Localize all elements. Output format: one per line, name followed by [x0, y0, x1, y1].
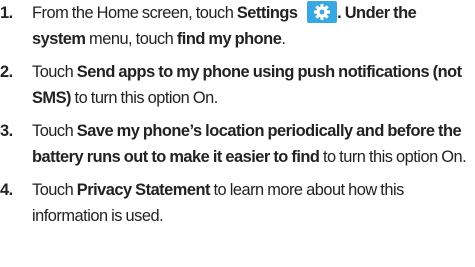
privacy-statement-label: Privacy Statement [76, 181, 211, 199]
instruction-steps: 1. From the Home screen, touch Settings … [0, 0, 475, 236]
step-text: Touch [32, 63, 77, 81]
step-1: 1. From the Home screen, touch Settings … [0, 0, 475, 52]
step-2: 2. Touch Send apps to my phone using pus… [0, 59, 475, 111]
step-text: Touch [32, 181, 77, 199]
settings-label: Settings [236, 4, 298, 22]
step-number: 4. [0, 181, 13, 199]
step-number: 2. [0, 63, 13, 81]
settings-gear-icon [307, 1, 338, 23]
step-text: Touch [32, 122, 77, 140]
find-my-phone-label: find my phone [176, 30, 282, 48]
system-menu-label: system [32, 30, 86, 48]
step-3: 3. Touch Save my phone’s location period… [0, 118, 475, 170]
step-4: 4. Touch Privacy Statement to learn more… [0, 177, 475, 229]
step-number: 1. [0, 4, 13, 22]
gear-icon [314, 4, 331, 20]
step-text: to turn this option On. [70, 89, 219, 107]
step-number: 3. [0, 122, 13, 140]
step-text: menu, touch [85, 30, 177, 48]
step-text: to turn this option On. [319, 148, 467, 166]
step-text: From the Home screen, touch [32, 4, 237, 22]
step-text: . [281, 30, 286, 48]
step-text-period: . Under the [337, 4, 417, 22]
